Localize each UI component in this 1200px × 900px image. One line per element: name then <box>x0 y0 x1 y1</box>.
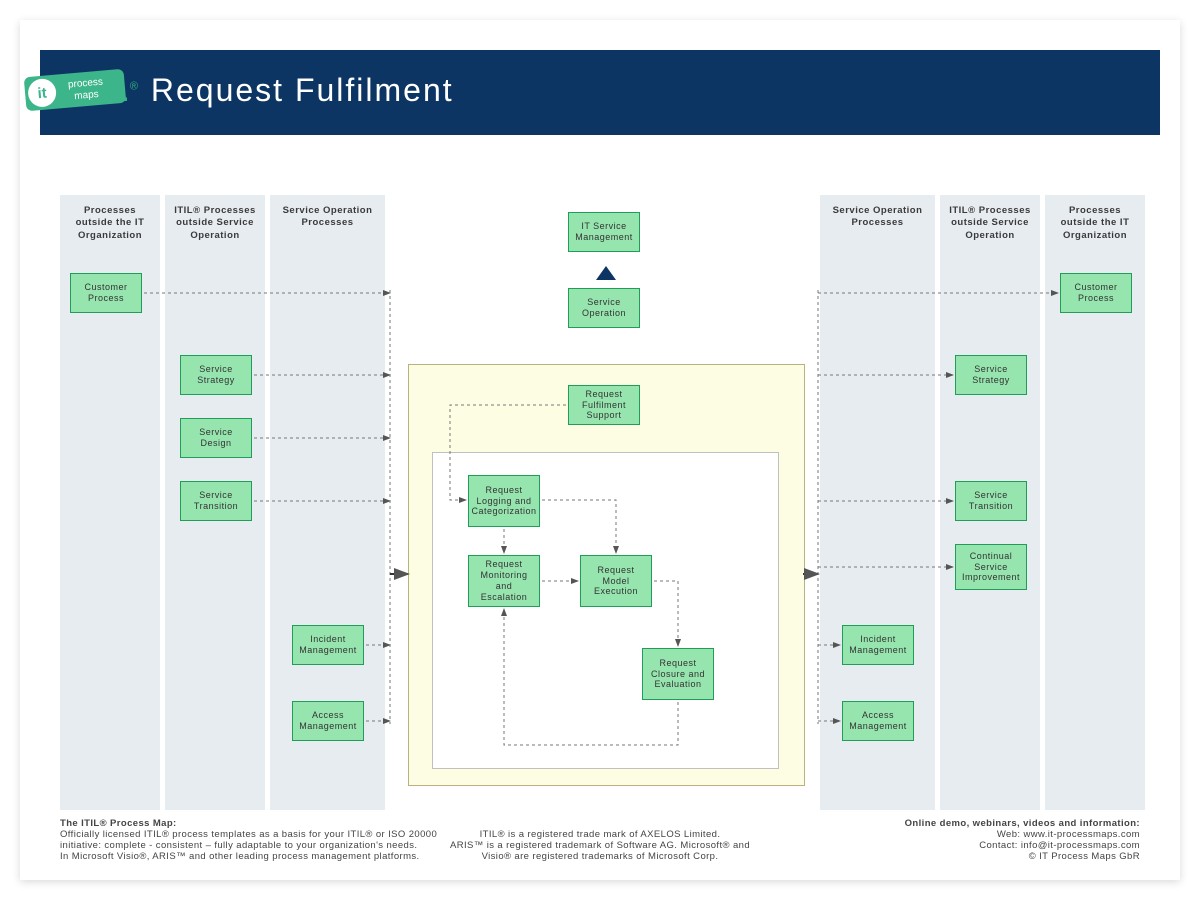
footer-mid: ITIL® is a registered trade mark of AXEL… <box>410 829 790 862</box>
connectors <box>20 20 1180 880</box>
footer-right-heading: Online demo, webinars, videos and inform… <box>810 818 1140 829</box>
footer-left-heading: The ITIL® Process Map: <box>60 818 480 829</box>
footer-right: Online demo, webinars, videos and inform… <box>810 818 1140 862</box>
canvas: ITIL® Request Fulfilment it process maps… <box>20 20 1180 880</box>
footer-right-l2: Contact: info@it-processmaps.com <box>810 840 1140 851</box>
footer-mid-l3: Visio® are registered trademarks of Micr… <box>410 851 790 862</box>
footer-right-l1: Web: www.it-processmaps.com <box>810 829 1140 840</box>
footer-right-l3: © IT Process Maps GbR <box>810 851 1140 862</box>
footer-mid-l1: ITIL® is a registered trade mark of AXEL… <box>410 829 790 840</box>
footer-mid-l2: ARIS™ is a registered trademark of Softw… <box>410 840 790 851</box>
